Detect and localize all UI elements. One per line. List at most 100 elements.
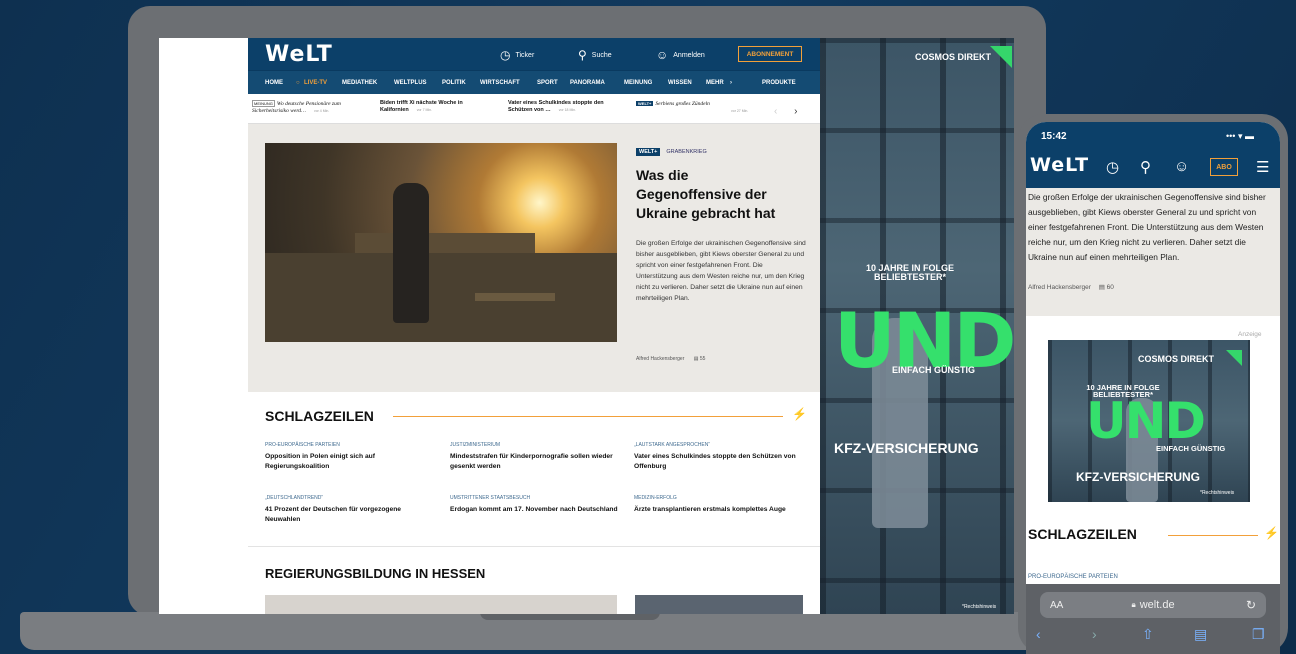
ticker-item[interactable]: Biden trifft Xi nächste Woche in Kalifor… — [380, 100, 498, 114]
chevron-left-icon[interactable]: ‹ — [774, 106, 777, 117]
login-button[interactable]: ☺ Anmelden — [656, 48, 705, 62]
user-icon: ☺ — [656, 48, 669, 62]
ad-und: UND — [1086, 392, 1206, 450]
welt-desktop-site: WeLT ◷ Ticker ⚲ Suche ☺ Anmelden ABONNEMENT… — [248, 38, 820, 614]
ad-einfach: EINFACH GÜNSTIG — [1156, 444, 1226, 453]
headline-title[interactable]: Vater eines Schulkindes stoppte den Schü… — [634, 452, 804, 472]
ticker-item[interactable]: MEINUNG Wo deutsche Pensionäre zum Sicher… — [252, 100, 370, 115]
schlagzeilen-heading: SCHLAGZEILEN — [1028, 526, 1137, 542]
section-heading: REGIERUNGSBILDUNG IN HESSEN — [265, 566, 486, 581]
search-label: Suche — [591, 51, 612, 59]
reload-icon[interactable]: ↻ — [1246, 598, 1256, 612]
headline-title[interactable]: Erdogan kommt am 17. November nach Deuts… — [450, 505, 620, 515]
table-silhouette — [475, 293, 555, 301]
chevron-right-icon[interactable]: › — [794, 106, 797, 117]
ad-label: Anzeige — [1238, 331, 1262, 338]
headline-title[interactable]: 41 Prozent der Deutschen für vorgezogene… — [265, 505, 435, 525]
tabs-icon[interactable]: ❐ — [1252, 626, 1265, 643]
menu-icon[interactable]: ☰ — [1256, 158, 1269, 176]
hero-photo[interactable] — [265, 143, 617, 342]
hero-teaser: Die großen Erfolge der ukrainischen Gege… — [636, 240, 806, 302]
abonnement-button[interactable]: ABONNEMENT — [738, 46, 802, 62]
comment-count[interactable]: 55 — [700, 356, 706, 362]
welt-logo[interactable]: WeLT — [1030, 154, 1089, 176]
login-label: Anmelden — [673, 51, 705, 59]
schlagzeilen-heading: SCHLAGZEILEN — [265, 408, 374, 424]
text-size-button[interactable]: AA — [1050, 600, 1063, 611]
headline-item[interactable]: „DEUTSCHLANDTREND“ 41 Prozent der Deutsc… — [265, 495, 435, 525]
search-icon[interactable]: ⚲ — [1140, 158, 1151, 176]
nav-weltplus[interactable]: WELTPLUS — [394, 80, 427, 86]
nav-sport[interactable]: SPORT — [537, 80, 558, 86]
headline-item[interactable]: „LAUTSTARK ANGESPROCHEN“ Vater eines Sch… — [634, 442, 804, 472]
author-name: Alfred Hackensberger — [1028, 284, 1091, 291]
nav-politik[interactable]: POLITIK — [442, 80, 466, 86]
hero-byline: Alfred Hackensberger ▤ 55 — [636, 356, 705, 362]
comment-icon: ▤ — [1098, 284, 1105, 291]
nav-live-tv[interactable]: LIVE-TV — [304, 80, 327, 86]
article-thumbnail[interactable] — [635, 595, 803, 614]
headline-item[interactable]: PRO-EUROPÄISCHE PARTEIEN Opposition in P… — [265, 442, 435, 472]
weltplus-badge: WELT+ — [636, 101, 654, 106]
nav-panorama[interactable]: PANORAMA — [570, 80, 605, 86]
search-icon: ⚲ — [578, 48, 587, 62]
url-text: welt.de — [1139, 599, 1175, 611]
nav-live-tv-icon: ○ — [296, 80, 300, 86]
nav-wirtschaft[interactable]: WIRTSCHAFT — [480, 80, 520, 86]
nav-home[interactable]: HOME — [265, 80, 283, 86]
address-bar[interactable]: AA 🔒︎ welt.de ↻ — [1040, 592, 1266, 618]
headline-title[interactable]: Opposition in Polen einigt sich auf Regi… — [265, 452, 435, 472]
ad-jahre: 10 JAHRE IN FOLGE BELIEBTESTER* — [865, 263, 955, 282]
ad-brand: COSMOS DIREKT — [915, 52, 992, 62]
comment-count[interactable]: 60 — [1107, 284, 1114, 291]
hero-article[interactable]: WELT+ GRABENKRIEG Was die Gegenoffensive… — [248, 124, 820, 392]
hero-headline[interactable]: Was die Gegenoffensive der Ukraine gebra… — [636, 166, 796, 223]
trench-ground — [265, 253, 617, 342]
advertisement-banner[interactable]: COSMOS DIREKT UND 10 JAHRE IN FOLGE BELI… — [820, 38, 1014, 614]
headline-title[interactable]: Mindeststrafen für Kinderpornografie sol… — [450, 452, 620, 472]
nav-mehr[interactable]: MEHR — [706, 80, 724, 86]
nav-produkte[interactable]: PRODUKTE — [762, 80, 796, 86]
ticker-item[interactable]: WELT+ Serbiens großes Zündeln vor 27 Min. — [636, 100, 756, 115]
user-icon[interactable]: ☺ — [1174, 158, 1189, 175]
ticker-age: vor 7 Min. — [416, 108, 433, 112]
nav-meinung[interactable]: MEINUNG — [624, 80, 652, 86]
heading-rule — [393, 416, 783, 417]
article-thumbnail[interactable] — [265, 595, 617, 614]
ticker-title: Serbiens großes Zündeln — [655, 101, 710, 107]
abo-button[interactable]: ABO — [1210, 158, 1238, 176]
ad-rechtshinweis[interactable]: *Rechtshinweis — [1200, 490, 1234, 496]
ad-einfach: EINFACH GÜNSTIG — [892, 365, 976, 375]
nav-wissen[interactable]: WISSEN — [668, 80, 692, 86]
headline-title[interactable]: Ärzte transplantieren erstmals komplette… — [634, 505, 804, 515]
ad-logo-triangle — [1226, 350, 1242, 366]
forward-icon[interactable]: › — [1092, 626, 1097, 642]
mobile-byline: Alfred Hackensberger ▤ 60 — [1028, 283, 1114, 291]
share-icon[interactable]: ⇧ — [1142, 626, 1154, 643]
headline-kicker: „DEUTSCHLANDTREND“ — [265, 495, 324, 501]
ad-rechtshinweis[interactable]: *Rechtshinweis — [962, 604, 996, 610]
headline-kicker: PRO-EUROPÄISCHE PARTEIEN — [1028, 574, 1118, 580]
ticker-label: Ticker — [515, 51, 535, 59]
welt-logo[interactable]: WeLT — [265, 42, 333, 67]
mobile-advertisement[interactable]: COSMOS DIREKT UND 10 JAHRE IN FOLGE BELI… — [1048, 340, 1250, 502]
ticker-age: vor 4 Min. — [313, 109, 330, 113]
clock-icon[interactable]: ◷ — [1106, 158, 1119, 176]
back-icon[interactable]: ‹ — [1036, 626, 1041, 642]
search-button[interactable]: ⚲ Suche — [578, 48, 612, 62]
top-bar: WeLT ◷ Ticker ⚲ Suche ☺ Anmelden ABONNEMENT — [248, 38, 820, 70]
headline-item[interactable]: JUSTIZMINISTERIUM Mindeststrafen für Kin… — [450, 442, 620, 472]
ticker-button[interactable]: ◷ Ticker — [500, 48, 534, 62]
headline-kicker: UMSTRITTENER STAATSBESUCH — [450, 495, 531, 501]
nav-mediathek[interactable]: MEDIATHEK — [342, 80, 377, 86]
main-nav: HOME ○ LIVE-TV MEDIATHEK WELTPLUS POLITI… — [248, 70, 820, 94]
ad-jahre: 10 JAHRE IN FOLGE BELIEBTESTER* — [1086, 383, 1160, 399]
news-ticker: MEINUNG Wo deutsche Pensionäre zum Sicher… — [248, 94, 820, 124]
ticker-age: vor 18 Min. — [558, 108, 577, 112]
headline-item[interactable]: UMSTRITTENER STAATSBESUCH Erdogan kommt … — [450, 495, 620, 515]
ad-kfz: KFZ-VERSICHERUNG — [1076, 470, 1201, 484]
headline-item[interactable]: MEDIZIN-ERFOLG Ärzte transplantieren ers… — [634, 495, 804, 515]
bookmarks-icon[interactable]: ▤ — [1194, 626, 1207, 643]
ticker-item[interactable]: Vater eines Schulkindes stoppte den Schü… — [508, 100, 626, 114]
ticker-title: Vater eines Schulkindes stoppte den Schü… — [508, 100, 604, 113]
